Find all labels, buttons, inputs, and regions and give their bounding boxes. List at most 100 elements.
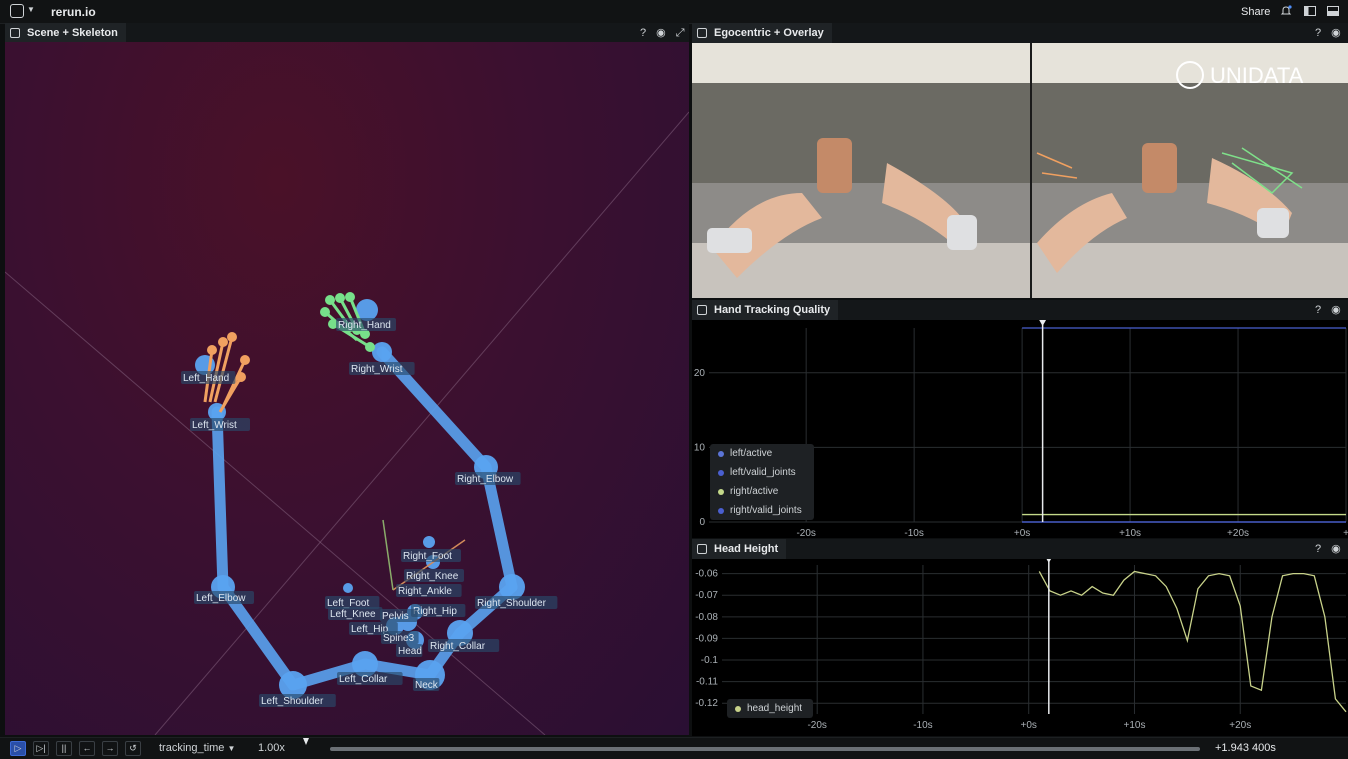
egocentric-video-view[interactable]: UNIDATA [692,43,1348,298]
joint-label: Neck [415,680,439,691]
joint-label: Left_Elbow [196,593,246,604]
legend-label: head_height [747,703,803,714]
tab-scene-skeleton[interactable]: Scene + Skeleton [5,23,126,43]
playback-speed[interactable]: 1.00x [258,742,285,754]
hand-quality-legend: left/active left/valid_joints right/acti… [710,444,814,520]
joint-label: Left_Collar [339,674,388,685]
legend-dot [735,706,741,712]
toggle-left-panel-icon[interactable] [1304,5,1316,17]
loop-button[interactable]: ↺ [125,741,141,756]
visibility-eye-icon[interactable]: ◉ [1331,304,1341,316]
joint-label: Left_Shoulder [261,696,324,707]
visibility-eye-icon[interactable]: ◉ [1331,27,1341,39]
joint-label: Right_Ankle [398,586,452,597]
tab-head-height[interactable]: Head Height [692,539,787,559]
help-icon[interactable]: ? [1315,543,1321,555]
timeline-name: tracking_time [159,742,225,754]
toggle-bottom-panel-icon[interactable] [1327,5,1339,17]
joint-label: Head [398,646,422,657]
chevron-down-icon: ▼ [227,744,236,753]
x-tick-label: -10s [913,720,932,731]
skeleton-canvas: Right_Hand Right_Wrist Left_Hand Left_Wrist… [5,111,689,735]
app-title: rerun.io [51,5,96,19]
head-height-tab-bar: Head Height ? ◉ [692,539,1348,560]
legend-item[interactable]: head_height [727,699,813,718]
step-next-button[interactable]: → [102,741,118,756]
share-button[interactable]: Share [1241,6,1270,18]
pause-button[interactable]: || [56,741,72,756]
y-tick-label: -0.12 [695,698,718,709]
joint-label: Right_Collar [430,641,486,652]
help-icon[interactable]: ? [1315,27,1321,39]
joint-label: Right_Hand [338,320,391,331]
visibility-eye-icon[interactable]: ◉ [1331,543,1341,555]
legend-dot [718,451,724,457]
legend-label: right/valid_joints [730,505,802,516]
joint-label: Spine3 [383,633,415,644]
spatial-3d-icon [10,28,20,38]
legend-label: right/active [730,486,779,497]
y-tick-label: 0 [699,517,705,528]
unidata-watermark: UNIDATA [1210,63,1304,88]
notification-bell-icon[interactable] [1280,5,1292,17]
rerun-logo-icon[interactable] [10,4,24,18]
timeline-scrubber[interactable] [330,747,1200,751]
x-tick-label: -20s [796,528,815,538]
joint-label: Right_Hip [413,606,457,617]
head-height-legend: head_height [727,699,813,718]
x-tick-label: +20s [1229,720,1251,731]
series-line [1038,570,1347,713]
joint-label: Pelvis [382,611,409,622]
joint-label: Right_Elbow [457,474,514,485]
scene-tab-label: Scene + Skeleton [27,27,118,39]
step-back-button[interactable]: ← [79,741,95,756]
head-height-tab-label: Head Height [714,543,779,555]
step-forward-button[interactable]: ▷| [33,741,49,756]
y-tick-label: 10 [694,442,706,453]
video-tab-label: Egocentric + Overlay [714,27,824,39]
maximize-icon[interactable]: ⤢ [676,27,685,39]
y-tick-label: -0.08 [695,612,718,623]
visibility-eye-icon[interactable]: ◉ [656,27,666,39]
legend-label: left/active [730,448,773,459]
time-cursor-marker [1038,319,1047,326]
video-tab-bar: Egocentric + Overlay ? ◉ [692,23,1348,44]
y-tick-label: -0.1 [701,655,719,666]
app-menu-chevron-icon[interactable]: ▼ [27,5,35,14]
timeseries-icon [697,305,707,315]
joint-label: Left_Knee [330,609,376,620]
x-tick-label: +20s [1227,528,1249,538]
x-tick-label: + [1343,528,1348,538]
legend-dot [718,489,724,495]
scene-3d-view[interactable]: Right_Hand Right_Wrist Left_Hand Left_Wrist… [5,42,689,735]
joint-label: Right_Knee [406,571,459,582]
joint-label: Right_Foot [403,551,452,562]
legend-item[interactable]: right/active [710,482,814,501]
head-height-plot[interactable]: -20s -10s +0s +10s +20s -0.06 -0.07 -0.08 -0.09 -… [692,556,1348,736]
image-view-icon [697,28,707,38]
x-tick-label: -20s [807,720,826,731]
y-tick-label: -0.06 [695,569,718,580]
legend-item[interactable]: left/active [710,444,814,463]
joint-label: Left_Hand [183,373,229,384]
y-tick-label: -0.11 [696,677,718,688]
tab-hand-tracking-quality[interactable]: Hand Tracking Quality [692,300,839,320]
hand-quality-tab-label: Hand Tracking Quality [714,304,831,316]
video-frame: UNIDATA [692,43,1348,298]
y-tick-label: 20 [694,368,706,379]
tab-egocentric-overlay[interactable]: Egocentric + Overlay [692,23,832,43]
x-tick-label: +0s [1021,720,1037,731]
legend-item[interactable]: right/valid_joints [710,501,814,520]
time-cursor-marker [1044,556,1053,563]
top-bar: ▼ rerun.io Share [0,0,1348,24]
help-icon[interactable]: ? [1315,304,1321,316]
hand-quality-plot[interactable]: -20s -10s +0s +10s +20s +0 10 20 left/active le… [692,319,1348,539]
joint-label: Right_Shoulder [477,598,547,609]
legend-item[interactable]: left/valid_joints [710,463,814,482]
x-tick-label: +0s [1014,528,1030,538]
help-icon[interactable]: ? [640,27,646,39]
time-cursor-handle[interactable] [303,738,309,745]
play-button[interactable]: ▷ [10,741,26,756]
x-tick-label: +10s [1123,720,1145,731]
timeline-selector[interactable]: tracking_time ▼ [159,742,235,754]
